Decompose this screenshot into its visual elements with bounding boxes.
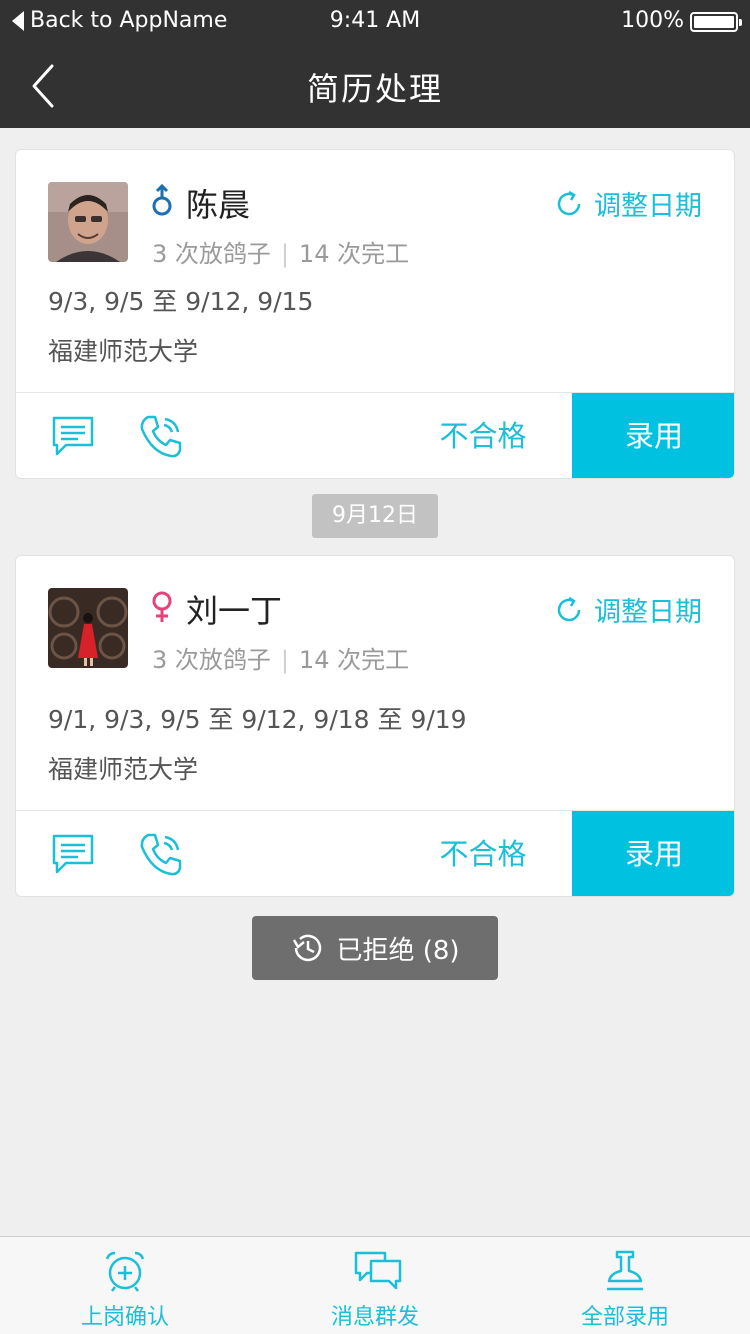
chat-bubbles-icon	[354, 1251, 402, 1290]
candidate-card: 陈晨 调整日期 3 次放鸽子 | 14 次完工 9/3, 9/5 至 9/12, 9…	[15, 149, 735, 479]
adjust-date-button[interactable]: 调整日期	[554, 184, 702, 223]
message-icon[interactable]	[50, 413, 96, 459]
tab-label: 消息群发	[330, 1305, 419, 1330]
tab-broadcast-message[interactable]: 消息群发	[250, 1237, 500, 1334]
adjust-date-button[interactable]: 调整日期	[554, 590, 702, 629]
no-show-count: 3 次放鸽子	[152, 240, 271, 268]
navigation-bar: 简历处理	[0, 44, 750, 128]
rejected-list-label: 已拒绝 (8)	[336, 935, 460, 966]
available-dates: 9/3, 9/5 至 9/12, 9/15	[48, 287, 314, 316]
adjust-date-label: 调整日期	[594, 597, 702, 628]
stamp-icon	[607, 1250, 643, 1291]
tab-onboard-confirm[interactable]: 上岗确认	[0, 1237, 250, 1334]
rejected-list-button[interactable]: 已拒绝 (8)	[252, 916, 498, 980]
candidate-card: 刘一丁 调整日期 3 次放鸽子 | 14 次完工 9/1, 9/3, 9/5 至 9…	[15, 555, 735, 897]
battery-percent: 100%	[621, 8, 684, 33]
candidate-stats: 3 次放鸽子 | 14 次完工	[152, 646, 410, 674]
no-show-count: 3 次放鸽子	[152, 646, 271, 674]
female-gender-icon	[152, 591, 172, 622]
card-actions: 不合格 录用	[16, 810, 734, 896]
history-icon	[293, 934, 322, 962]
battery-icon	[690, 12, 742, 32]
candidate-name: 陈晨	[186, 186, 251, 224]
male-gender-icon	[152, 184, 172, 216]
candidate-name: 刘一丁	[186, 592, 283, 630]
refresh-icon	[557, 596, 581, 621]
phone-icon[interactable]	[138, 831, 184, 877]
tab-label: 全部录用	[580, 1305, 669, 1330]
reject-button[interactable]: 不合格	[396, 811, 570, 896]
candidate-stats: 3 次放鸽子 | 14 次完工	[152, 240, 410, 268]
card-actions: 不合格 录用	[16, 392, 734, 478]
avatar[interactable]	[48, 588, 128, 668]
date-separator: 9月12日	[312, 494, 438, 538]
alarm-clock-icon	[105, 1251, 145, 1292]
school-name: 福建师范大学	[48, 337, 199, 366]
page-title: 简历处理	[306, 70, 443, 108]
school-name: 福建师范大学	[48, 755, 199, 784]
avatar[interactable]	[48, 182, 128, 262]
tab-label: 上岗确认	[80, 1305, 169, 1330]
adjust-date-label: 调整日期	[594, 191, 702, 222]
message-icon[interactable]	[50, 831, 96, 877]
available-dates: 9/1, 9/3, 9/5 至 9/12, 9/18 至 9/19	[48, 705, 467, 734]
hire-button[interactable]: 录用	[572, 393, 734, 478]
completed-count: 14 次完工	[299, 240, 410, 268]
reject-button[interactable]: 不合格	[396, 393, 570, 478]
tab-bar: 上岗确认 消息群发 全部录用	[0, 1236, 750, 1334]
phone-icon[interactable]	[138, 413, 184, 459]
status-bar: Back to AppName 9:41 AM 100%	[0, 0, 750, 44]
refresh-icon	[557, 190, 581, 215]
hire-button[interactable]: 录用	[572, 811, 734, 896]
tab-hire-all[interactable]: 全部录用	[500, 1237, 750, 1334]
completed-count: 14 次完工	[299, 646, 410, 674]
